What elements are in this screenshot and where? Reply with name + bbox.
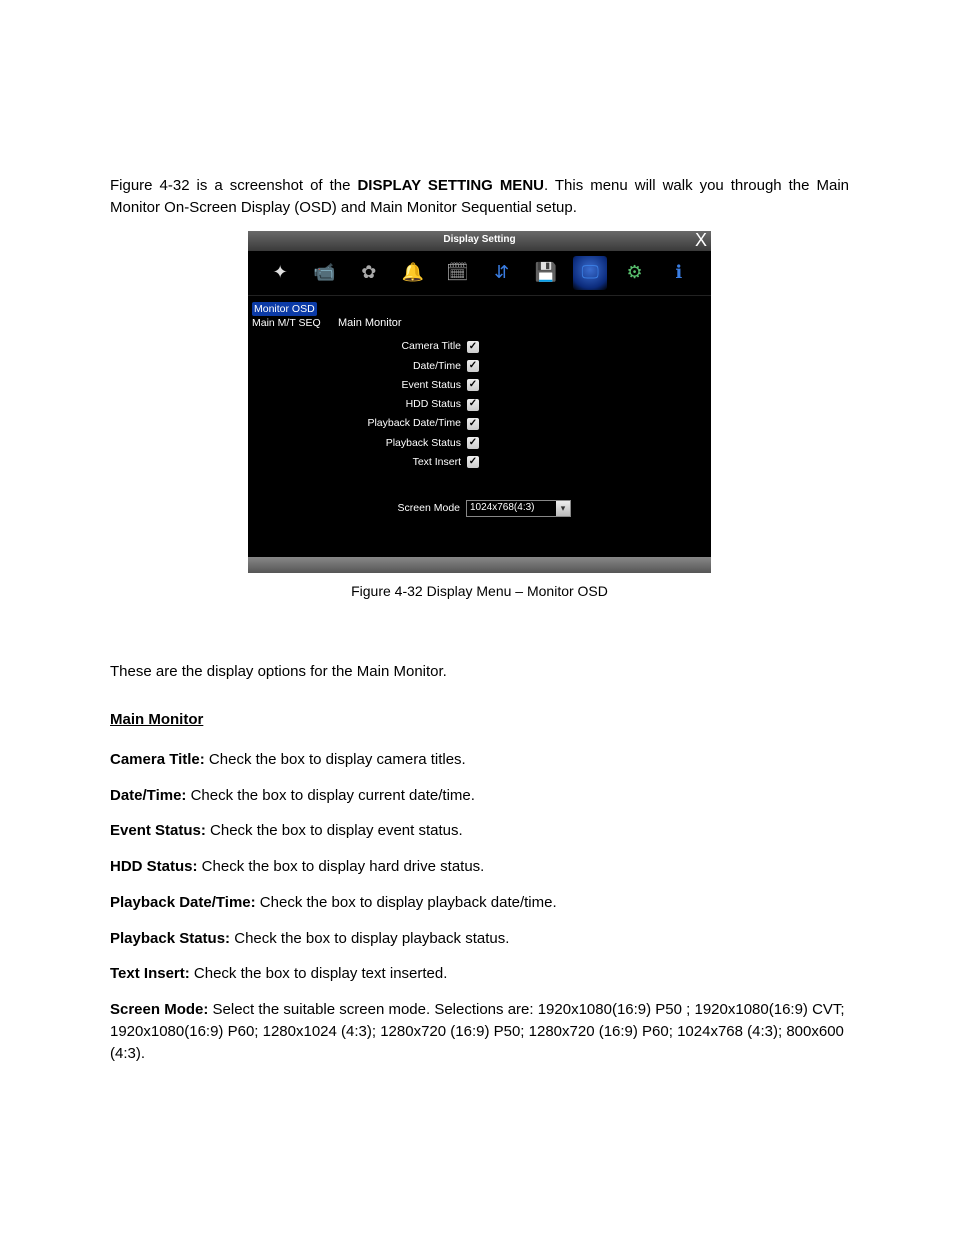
options-list: Camera Title ✓ Date/Time ✓ Event Status …	[338, 339, 697, 470]
checkbox-text-insert[interactable]: ✓	[467, 456, 479, 468]
window-titlebar: Display Setting X	[248, 231, 711, 251]
def-hdd-status-desc: Check the box to display hard drive stat…	[198, 858, 485, 875]
screen-mode-dropdown[interactable]: 1024x768(4:3) ▾	[466, 500, 571, 517]
opt-camera-title: Camera Title ✓	[338, 339, 697, 354]
opt-camera-title-label: Camera Title	[401, 339, 461, 354]
def-playback-status: Playback Status: Check the box to displa…	[110, 928, 849, 950]
def-camera-title-label: Camera Title:	[110, 751, 205, 768]
opt-playback-date-time-label: Playback Date/Time	[367, 416, 461, 431]
def-playback-date-time: Playback Date/Time: Check the box to dis…	[110, 892, 849, 914]
camera-icon[interactable]: 📹	[307, 256, 341, 290]
opt-playback-date-time: Playback Date/Time ✓	[338, 416, 697, 431]
def-event-status-label: Event Status:	[110, 822, 206, 839]
def-playback-status-label: Playback Status:	[110, 930, 230, 947]
def-text-insert-label: Text Insert:	[110, 965, 190, 982]
screen-mode-value: 1024x768(4:3)	[470, 501, 535, 516]
checkbox-date-time[interactable]: ✓	[467, 360, 479, 372]
panel-title: Main Monitor	[338, 316, 697, 332]
intro-bold: DISPLAY SETTING MENU	[357, 177, 544, 194]
window-footerbar	[248, 557, 711, 573]
opt-playback-status: Playback Status ✓	[338, 436, 697, 451]
def-text-insert-desc: Check the box to display text inserted.	[190, 965, 448, 982]
def-camera-title: Camera Title: Check the box to display c…	[110, 749, 849, 771]
def-date-time-label: Date/Time:	[110, 787, 186, 804]
sidebar: Monitor OSD Main M/T SEQ	[248, 296, 332, 557]
document-page: Figure 4-32 is a screenshot of the DISPL…	[0, 0, 954, 1235]
opt-event-status: Event Status ✓	[338, 378, 697, 393]
system-icon[interactable]: ✦	[263, 256, 297, 290]
opt-date-time: Date/Time ✓	[338, 359, 697, 374]
def-date-time-desc: Check the box to display current date/ti…	[186, 787, 474, 804]
section-heading: Main Monitor	[110, 709, 849, 731]
settings-icon[interactable]: ⚙	[618, 256, 652, 290]
window-title: Display Setting	[443, 233, 515, 248]
figure-caption: Figure 4-32 Display Menu – Monitor OSD	[110, 581, 849, 601]
def-camera-title-desc: Check the box to display camera titles.	[205, 751, 466, 768]
def-screen-mode-desc: Select the suitable screen mode. Selecti…	[110, 1001, 845, 1062]
record-icon[interactable]: ✿	[352, 256, 386, 290]
opt-playback-status-label: Playback Status	[386, 436, 461, 451]
sidebar-item-main-mt-seq[interactable]: Main M/T SEQ	[252, 316, 332, 330]
opt-hdd-status: HDD Status ✓	[338, 397, 697, 412]
intro-options-para: These are the display options for the Ma…	[110, 661, 849, 683]
checkbox-camera-title[interactable]: ✓	[467, 341, 479, 353]
checkbox-playback-status[interactable]: ✓	[467, 437, 479, 449]
chevron-down-icon[interactable]: ▾	[556, 501, 570, 516]
def-date-time: Date/Time: Check the box to display curr…	[110, 785, 849, 807]
screen-mode-row: Screen Mode 1024x768(4:3) ▾	[338, 500, 697, 517]
close-icon[interactable]: X	[695, 231, 707, 251]
display-icon[interactable]: 🖵	[573, 256, 607, 290]
checkbox-hdd-status[interactable]: ✓	[467, 399, 479, 411]
disk-icon[interactable]: 💾	[529, 256, 563, 290]
info-icon[interactable]: ℹ	[662, 256, 696, 290]
intro-paragraph: Figure 4-32 is a screenshot of the DISPL…	[110, 175, 849, 219]
def-screen-mode-label: Screen Mode:	[110, 1001, 208, 1018]
schedule-icon[interactable]: 🗓	[440, 256, 474, 290]
def-event-status: Event Status: Check the box to display e…	[110, 820, 849, 842]
intro-prefix: Figure 4-32 is a screenshot of the	[110, 177, 357, 194]
def-playback-date-time-label: Playback Date/Time:	[110, 894, 256, 911]
def-playback-status-desc: Check the box to display playback status…	[230, 930, 509, 947]
settings-panel: Main Monitor Camera Title ✓ Date/Time ✓ …	[332, 296, 711, 557]
checkbox-event-status[interactable]: ✓	[467, 379, 479, 391]
alarm-icon[interactable]: 🔔	[396, 256, 430, 290]
network-icon[interactable]: ⇵	[485, 256, 519, 290]
window-body: Monitor OSD Main M/T SEQ Main Monitor Ca…	[248, 296, 711, 557]
figure-wrapper: Display Setting X ✦ 📹 ✿ 🔔 🗓 ⇵ 💾 🖵 ⚙ ℹ Mo…	[110, 231, 849, 573]
opt-text-insert: Text Insert ✓	[338, 455, 697, 470]
def-hdd-status-label: HDD Status:	[110, 858, 198, 875]
def-hdd-status: HDD Status: Check the box to display har…	[110, 856, 849, 878]
opt-text-insert-label: Text Insert	[413, 455, 461, 470]
icon-toolbar: ✦ 📹 ✿ 🔔 🗓 ⇵ 💾 🖵 ⚙ ℹ	[248, 251, 711, 296]
opt-hdd-status-label: HDD Status	[406, 397, 461, 412]
def-screen-mode: Screen Mode: Select the suitable screen …	[110, 999, 849, 1064]
def-event-status-desc: Check the box to display event status.	[206, 822, 463, 839]
screen-mode-label: Screen Mode	[398, 501, 460, 516]
opt-event-status-label: Event Status	[401, 378, 461, 393]
def-playback-date-time-desc: Check the box to display playback date/t…	[256, 894, 557, 911]
sidebar-item-monitor-osd[interactable]: Monitor OSD	[252, 302, 317, 316]
opt-date-time-label: Date/Time	[413, 359, 461, 374]
def-text-insert: Text Insert: Check the box to display te…	[110, 963, 849, 985]
checkbox-playback-date-time[interactable]: ✓	[467, 418, 479, 430]
display-setting-window: Display Setting X ✦ 📹 ✿ 🔔 🗓 ⇵ 💾 🖵 ⚙ ℹ Mo…	[248, 231, 711, 573]
